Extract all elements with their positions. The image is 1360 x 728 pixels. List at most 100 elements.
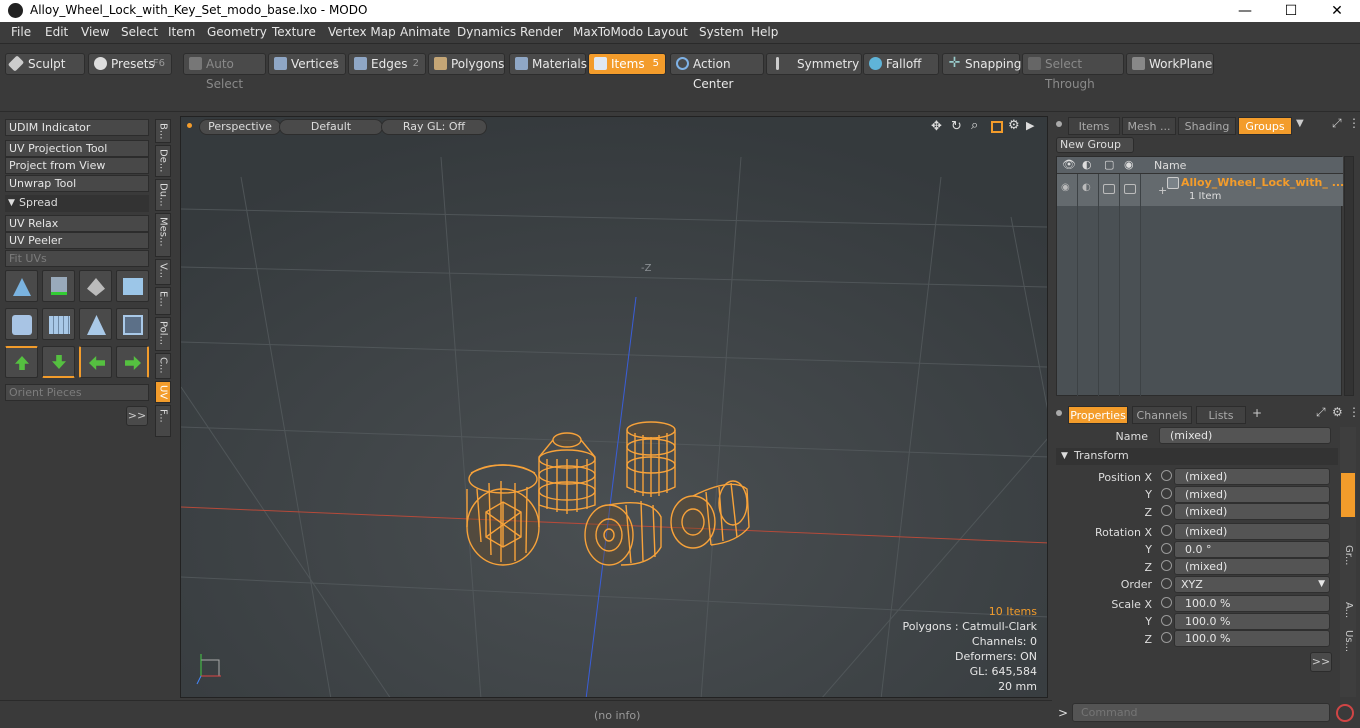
menu-select[interactable]: Select	[121, 25, 158, 39]
row-render-icon[interactable]: ◐	[1082, 182, 1091, 193]
fit-uvs-button[interactable]: Fit UVs	[5, 250, 149, 267]
panel-options-icon[interactable]: ⋮	[1348, 405, 1360, 419]
menu-edit[interactable]: Edit	[45, 25, 68, 39]
uv-relax-button[interactable]: UV Relax	[5, 215, 149, 232]
side-tab-us[interactable]: Us...	[1343, 630, 1354, 652]
more-properties-button[interactable]: >>	[1310, 652, 1332, 672]
menu-dynamics[interactable]: Dynamics	[457, 25, 516, 39]
shading-default-button[interactable]: Default	[279, 119, 383, 135]
more-tools-button[interactable]: >>	[126, 406, 148, 426]
uv-grid-icon[interactable]	[42, 308, 75, 340]
tab-channels[interactable]: Channels	[1132, 406, 1192, 424]
tab-properties[interactable]: Properties	[1068, 406, 1128, 424]
panel-settings-icon[interactable]: ⚙	[1332, 405, 1343, 419]
uv-pyramid-icon[interactable]	[79, 308, 112, 340]
align-left-icon[interactable]	[79, 346, 112, 378]
fit-view-icon[interactable]	[991, 121, 1003, 133]
position-y-field[interactable]: (mixed)	[1174, 486, 1330, 503]
side-tab-gr[interactable]: Gr...	[1343, 545, 1354, 565]
side-tab-active[interactable]	[1341, 473, 1355, 517]
rotation-x-field[interactable]: (mixed)	[1174, 523, 1330, 540]
tab-items[interactable]: Items	[1068, 117, 1120, 135]
row-select-checkbox[interactable]	[1124, 184, 1136, 194]
materials-button[interactable]: Materials	[509, 53, 587, 75]
vertices-button[interactable]: Vertices 1	[268, 53, 346, 75]
command-input[interactable]	[1072, 703, 1330, 722]
minimize-button[interactable]: —	[1222, 0, 1268, 22]
presets-button[interactable]: Presets F6	[88, 53, 172, 75]
maximize-button[interactable]: ☐	[1268, 0, 1314, 22]
perspective-button[interactable]: Perspective	[199, 119, 281, 135]
vtab-polygon[interactable]: Pol...	[155, 317, 171, 351]
panel-expand-icon[interactable]: ⤢	[1316, 405, 1326, 420]
workplane-button[interactable]: WorkPlane	[1126, 53, 1214, 75]
groups-scrollbar[interactable]	[1344, 156, 1354, 396]
name-column-header[interactable]: Name	[1154, 159, 1186, 172]
expand-plus-icon[interactable]: +	[1158, 184, 1167, 197]
unwrap-tool-button[interactable]: Unwrap Tool	[5, 175, 149, 192]
name-field[interactable]: (mixed)	[1159, 427, 1331, 444]
rotation-y-key-icon[interactable]	[1161, 543, 1172, 554]
record-macro-icon[interactable]	[1336, 704, 1354, 722]
rotation-z-key-icon[interactable]	[1161, 560, 1172, 571]
row-lock-checkbox[interactable]	[1103, 184, 1115, 194]
tab-mesh[interactable]: Mesh ...	[1122, 117, 1176, 135]
menu-system[interactable]: System	[699, 25, 744, 39]
rotation-x-key-icon[interactable]	[1161, 525, 1172, 536]
vtab-edge[interactable]: E...	[155, 287, 171, 315]
vtab-mesh[interactable]: Mes...	[155, 213, 171, 257]
align-down-icon[interactable]	[42, 346, 75, 378]
menu-texture[interactable]: Texture	[272, 25, 316, 39]
menu-vertex-map[interactable]: Vertex Map	[328, 25, 396, 39]
position-z-key-icon[interactable]	[1161, 505, 1172, 516]
row-eye-icon[interactable]: ◉	[1061, 182, 1070, 193]
viewport-settings-icon[interactable]: ⚙	[1008, 118, 1020, 133]
position-x-key-icon[interactable]	[1161, 470, 1172, 481]
tab-shading[interactable]: Shading	[1178, 117, 1236, 135]
position-y-key-icon[interactable]	[1161, 488, 1172, 499]
panel-expand-icon[interactable]: ⤢	[1332, 116, 1342, 131]
uv-projection-tool-button[interactable]: UV Projection Tool	[5, 140, 149, 157]
viewport-expand-icon[interactable]: ▶	[1026, 119, 1034, 132]
order-dropdown[interactable]: XYZ ▼	[1174, 576, 1330, 593]
position-z-field[interactable]: (mixed)	[1174, 503, 1330, 520]
menu-file[interactable]: File	[11, 25, 31, 39]
side-tab-a[interactable]: A...	[1343, 602, 1354, 618]
menu-help[interactable]: Help	[751, 25, 778, 39]
menu-render[interactable]: Render	[520, 25, 563, 39]
menu-layout[interactable]: Layout	[647, 25, 688, 39]
vtab-vertex[interactable]: V...	[155, 259, 171, 285]
items-button[interactable]: Items 5	[588, 53, 666, 75]
close-button[interactable]: ✕	[1314, 0, 1360, 22]
edges-button[interactable]: Edges 2	[348, 53, 426, 75]
menu-geometry[interactable]: Geometry	[207, 25, 267, 39]
scale-x-field[interactable]: 100.0 %	[1174, 595, 1330, 612]
viewport-scene[interactable]: -Z	[181, 117, 1048, 698]
sculpt-button[interactable]: Sculpt	[5, 53, 85, 75]
uv-transform-icon[interactable]	[5, 270, 38, 302]
group-name[interactable]: Alloy_Wheel_Lock_with_ ...	[1181, 176, 1344, 189]
scale-y-key-icon[interactable]	[1161, 615, 1172, 626]
tab-groups[interactable]: Groups	[1238, 117, 1292, 135]
orbit-icon[interactable]: ↻	[951, 119, 962, 134]
zoom-icon[interactable]: ⌕	[971, 118, 978, 133]
new-group-button[interactable]: New Group	[1056, 137, 1134, 153]
vtab-duplicate[interactable]: Du...	[155, 179, 171, 211]
auto-select-button[interactable]: Auto Select	[183, 53, 266, 91]
scale-x-key-icon[interactable]	[1161, 597, 1172, 608]
vtab-curve[interactable]: C...	[155, 353, 171, 379]
uv-rotate-icon[interactable]	[42, 270, 75, 302]
tab-lists[interactable]: Lists	[1196, 406, 1246, 424]
vtab-uv[interactable]: UV	[155, 381, 171, 403]
spread-section[interactable]: ▼ Spread	[5, 195, 149, 212]
panel-options-icon[interactable]: ⋮	[1348, 116, 1360, 130]
uv-cage-icon[interactable]	[116, 308, 149, 340]
3d-viewport[interactable]: -Z Perspective Default Ray GL: Off ✥ ↻ ⌕…	[180, 116, 1048, 698]
add-tab-button[interactable]: +	[1252, 406, 1262, 420]
rotation-y-field[interactable]: 0.0 °	[1174, 541, 1330, 558]
viewport-menu-dot-icon[interactable]	[187, 123, 192, 128]
vtab-fusion[interactable]: F...	[155, 405, 171, 437]
uv-box-icon[interactable]	[116, 270, 149, 302]
scale-y-field[interactable]: 100.0 %	[1174, 613, 1330, 630]
menu-item[interactable]: Item	[168, 25, 195, 39]
